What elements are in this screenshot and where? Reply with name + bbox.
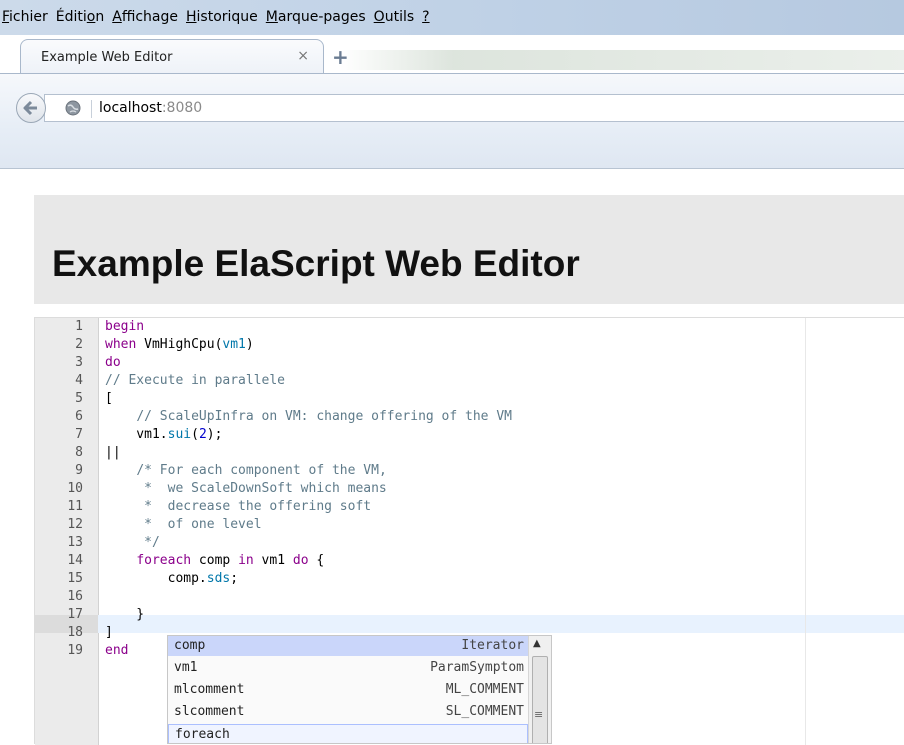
url-separator: [91, 100, 92, 118]
line-number: 8: [75, 445, 83, 460]
code-line-2[interactable]: when VmHighCpu(vm1): [105, 336, 254, 354]
line-number: 12: [67, 517, 83, 532]
autocomplete-item-meta: ML_COMMENT: [445, 682, 524, 697]
close-tab-icon[interactable]: ×: [297, 48, 309, 64]
code-line-17[interactable]: }: [105, 606, 144, 624]
autocomplete-scrollbar[interactable]: ▲ ≡: [528, 636, 551, 743]
code-line-8[interactable]: ||: [105, 444, 121, 462]
menu-item-2[interactable]: Affichage: [112, 9, 178, 25]
code-line-6[interactable]: // ScaleUpInfra on VM: change offering o…: [105, 408, 512, 426]
autocomplete-item-meta: Iterator: [461, 638, 524, 653]
new-tab-button[interactable]: +: [332, 45, 349, 69]
back-arrow-icon: [23, 100, 37, 116]
menu-item-1[interactable]: Édition: [56, 9, 104, 25]
code-line-15[interactable]: comp.sds;: [105, 570, 238, 588]
code-line-16[interactable]: [105, 588, 113, 606]
autocomplete-item-name: slcomment: [174, 704, 245, 719]
code-line-18[interactable]: ]: [105, 624, 113, 642]
autocomplete-item[interactable]: slcomment SL_COMMENT: [168, 702, 528, 722]
menu-bar: Fichier Édition Affichage Historique Marque-…: [0, 0, 904, 35]
line-number: 7: [75, 427, 83, 442]
line-number: 4: [75, 373, 83, 388]
menu-item-0[interactable]: Fichier: [2, 9, 48, 25]
line-number: 14: [67, 553, 83, 568]
line-number: 10: [67, 481, 83, 496]
print-margin: [805, 318, 806, 745]
code-line-3[interactable]: do: [105, 354, 121, 372]
autocomplete-item[interactable]: foreach: [168, 724, 528, 743]
autocomplete-item-name: foreach: [175, 727, 230, 742]
code-line-4[interactable]: // Execute in parallele: [105, 372, 285, 390]
code-line-5[interactable]: [: [105, 390, 113, 408]
tab-example-web-editor[interactable]: Example Web Editor ×: [20, 39, 324, 74]
url-port: :8080: [161, 100, 203, 116]
scrollbar-grip-icon: ≡: [534, 708, 544, 721]
menu-item-5[interactable]: Outils: [374, 9, 414, 25]
url-host: localhost: [99, 100, 162, 116]
autocomplete-item-name: vm1: [174, 660, 198, 675]
line-number: 2: [75, 337, 83, 352]
autocomplete-item[interactable]: mlcomment ML_COMMENT: [168, 680, 528, 700]
autocomplete-item-name: mlcomment: [174, 682, 245, 697]
menu-items: Fichier Édition Affichage Historique Marque-…: [2, 9, 438, 25]
line-number: 9: [75, 463, 83, 478]
code-line-14[interactable]: foreach comp in vm1 do {: [105, 552, 324, 570]
line-number: 3: [75, 355, 83, 370]
code-line-11[interactable]: * decrease the offering soft: [105, 498, 371, 516]
line-number: 5: [75, 391, 83, 406]
autocomplete-item-meta: SL_COMMENT: [445, 704, 524, 719]
scrollbar-thumb[interactable]: [532, 656, 548, 743]
line-number: 19: [67, 643, 83, 658]
line-number: 11: [67, 499, 83, 514]
line-number: 1: [75, 319, 83, 334]
active-line-highlight: [35, 615, 904, 633]
line-number: 13: [67, 535, 83, 550]
url-text[interactable]: localhost:8080: [99, 100, 202, 116]
page-title: Example ElaScript Web Editor: [52, 243, 580, 284]
line-number: 6: [75, 409, 83, 424]
code-line-12[interactable]: * of one level: [105, 516, 261, 534]
page-header: Example ElaScript Web Editor: [34, 195, 904, 304]
globe-icon: [65, 100, 81, 116]
code-line-7[interactable]: vm1.sui(2);: [105, 426, 222, 444]
background-tabs: [340, 50, 904, 70]
menu-item-4[interactable]: Marque-pages: [266, 9, 366, 25]
code-line-13[interactable]: */: [105, 534, 160, 552]
code-line-9[interactable]: /* For each component of the VM,: [105, 462, 386, 480]
code-line-1[interactable]: begin: [105, 318, 144, 336]
menu-item-3[interactable]: Historique: [186, 9, 258, 25]
menu-item-6[interactable]: ?: [422, 9, 429, 25]
code-line-10[interactable]: * we ScaleDownSoft which means: [105, 480, 387, 498]
back-button[interactable]: [16, 93, 46, 123]
tab-title: Example Web Editor: [41, 50, 173, 65]
autocomplete-popup[interactable]: comp Iterator vm1 ParamSymptom mlcomment ML_C…: [167, 635, 552, 744]
code-line-19[interactable]: end: [105, 642, 128, 660]
url-bar[interactable]: localhost:8080: [44, 94, 904, 122]
line-number: 15: [67, 571, 83, 586]
scroll-up-icon[interactable]: ▲: [533, 638, 541, 649]
line-number: 17: [67, 607, 83, 622]
line-number: 18: [67, 625, 83, 640]
autocomplete-item-meta: ParamSymptom: [430, 660, 524, 675]
autocomplete-item[interactable]: vm1 ParamSymptom: [168, 658, 528, 678]
line-number: 16: [67, 589, 83, 604]
autocomplete-item[interactable]: comp Iterator: [168, 636, 528, 656]
autocomplete-item-name: comp: [174, 638, 206, 653]
